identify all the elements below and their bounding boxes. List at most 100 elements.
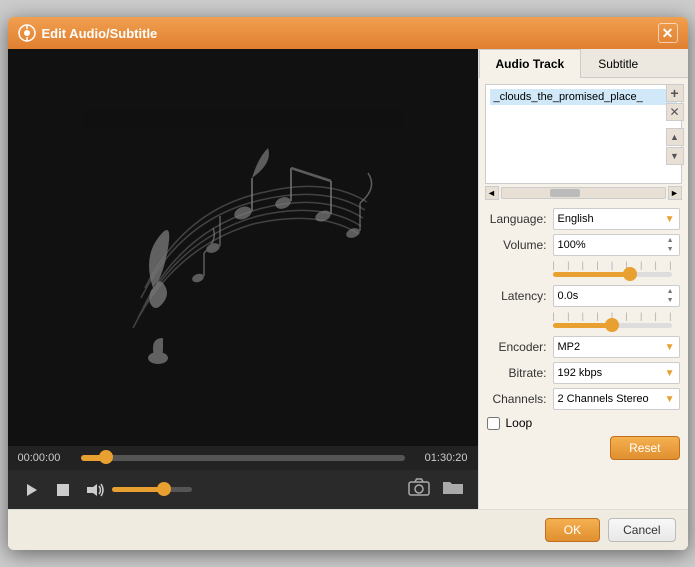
- scroll-left-button[interactable]: ◄: [485, 186, 499, 200]
- title-bar-left: Edit Audio/Subtitle: [18, 24, 158, 42]
- form-rows: Language: English ▼ Volume: 100%: [479, 204, 688, 414]
- cancel-button[interactable]: Cancel: [608, 518, 675, 542]
- reset-button[interactable]: Reset: [610, 436, 679, 460]
- video-panel: 00:00:00 01:30:20: [8, 49, 478, 509]
- add-track-button[interactable]: +: [666, 84, 684, 102]
- latency-down-arrow[interactable]: ▼: [666, 296, 675, 305]
- move-down-button[interactable]: ▼: [666, 147, 684, 165]
- title-bar: Edit Audio/Subtitle ✕: [8, 17, 688, 49]
- volume-value: 100%: [558, 239, 586, 251]
- progress-track[interactable]: [81, 455, 405, 461]
- track-list-content: _clouds_the_promised_place_: [486, 85, 681, 183]
- volume-tick-3: |: [582, 260, 584, 270]
- main-content: 00:00:00 01:30:20: [8, 49, 688, 509]
- latency-slider[interactable]: [553, 323, 672, 328]
- volume-down-arrow[interactable]: ▼: [666, 245, 675, 254]
- latency-tick-3: |: [582, 311, 584, 321]
- scrollbar-row: ◄ ►: [485, 186, 682, 200]
- folder-button[interactable]: [442, 478, 464, 501]
- encoder-dropdown-arrow: ▼: [665, 342, 675, 353]
- latency-tick-1: |: [553, 311, 555, 321]
- language-label: Language:: [487, 212, 547, 226]
- dialog-title: Edit Audio/Subtitle: [42, 26, 158, 41]
- remove-track-button[interactable]: ✕: [666, 103, 684, 121]
- latency-slider-row: | | | | | | | | |: [553, 311, 672, 332]
- volume-control: 100% ▲ ▼: [553, 234, 680, 256]
- volume-up-arrow[interactable]: ▲: [666, 236, 675, 245]
- progress-bar-area: 00:00:00 01:30:20: [8, 446, 478, 470]
- encoder-value: MP2: [558, 341, 581, 353]
- volume-area: [84, 481, 192, 499]
- close-button[interactable]: ✕: [658, 23, 678, 43]
- latency-tick-4: |: [596, 311, 598, 321]
- video-area: [8, 49, 478, 446]
- bitrate-dropdown[interactable]: 192 kbps ▼: [553, 362, 680, 384]
- volume-thumb: [157, 482, 171, 496]
- volume-track[interactable]: [112, 487, 192, 492]
- volume-tick-2: |: [567, 260, 569, 270]
- music-visualization: [83, 108, 403, 388]
- stop-button[interactable]: [54, 481, 72, 499]
- volume-slider-fill: [553, 272, 630, 277]
- ok-button[interactable]: OK: [545, 518, 600, 542]
- encoder-label: Encoder:: [487, 340, 547, 354]
- latency-tick-2: |: [567, 311, 569, 321]
- encoder-control: MP2 ▼: [553, 336, 680, 358]
- track-list: _clouds_the_promised_place_: [485, 84, 682, 184]
- language-control: English ▼: [553, 208, 680, 230]
- latency-control: 0.0s ▲ ▼: [553, 285, 680, 307]
- loop-label: Loop: [506, 416, 533, 430]
- track-item[interactable]: _clouds_the_promised_place_: [490, 89, 677, 105]
- latency-slider-thumb: [605, 318, 619, 332]
- loop-checkbox[interactable]: [487, 417, 500, 430]
- channels-dropdown-arrow: ▼: [665, 394, 675, 405]
- latency-up-arrow[interactable]: ▲: [666, 287, 675, 296]
- latency-value: 0.0s: [558, 290, 579, 302]
- volume-slider-row: | | | | | | | | |: [553, 260, 672, 281]
- latency-slider-fill: [553, 323, 613, 328]
- channels-label: Channels:: [487, 392, 547, 406]
- tab-audio-track[interactable]: Audio Track: [479, 49, 582, 78]
- channels-row: Channels: 2 Channels Stereo ▼: [487, 388, 680, 410]
- language-dropdown-arrow: ▼: [665, 214, 675, 225]
- channels-control: 2 Channels Stereo ▼: [553, 388, 680, 410]
- volume-tick-9: |: [669, 260, 671, 270]
- channels-dropdown[interactable]: 2 Channels Stereo ▼: [553, 388, 680, 410]
- volume-row: Volume: 100% ▲ ▼: [487, 234, 680, 256]
- latency-label: Latency:: [487, 289, 547, 303]
- scroll-right-button[interactable]: ►: [668, 186, 682, 200]
- latency-spinner[interactable]: 0.0s ▲ ▼: [553, 285, 680, 307]
- bitrate-value: 192 kbps: [558, 367, 603, 379]
- bitrate-dropdown-arrow: ▼: [665, 368, 675, 379]
- move-up-button[interactable]: ▲: [666, 128, 684, 146]
- app-icon: [18, 24, 36, 42]
- encoder-row: Encoder: MP2 ▼: [487, 336, 680, 358]
- tab-subtitle[interactable]: Subtitle: [581, 49, 655, 78]
- loop-row: Loop: [479, 414, 688, 432]
- language-row: Language: English ▼: [487, 208, 680, 230]
- current-time: 00:00:00: [18, 452, 73, 464]
- latency-tick-8: |: [655, 311, 657, 321]
- scrollbar-thumb: [550, 189, 580, 197]
- volume-spinner[interactable]: 100% ▲ ▼: [553, 234, 680, 256]
- volume-slider[interactable]: [553, 272, 672, 277]
- total-time: 01:30:20: [413, 452, 468, 464]
- bitrate-control: 192 kbps ▼: [553, 362, 680, 384]
- bitrate-row: Bitrate: 192 kbps ▼: [487, 362, 680, 384]
- latency-spinner-arrows: ▲ ▼: [666, 287, 675, 305]
- right-panel: Audio Track Subtitle _clouds_the_promise…: [478, 49, 688, 509]
- controls-bar: [8, 470, 478, 509]
- play-button[interactable]: [22, 480, 42, 500]
- latency-row: Latency: 0.0s ▲ ▼: [487, 285, 680, 307]
- volume-tick-8: |: [655, 260, 657, 270]
- reset-button-area: Reset: [479, 432, 688, 464]
- encoder-dropdown[interactable]: MP2 ▼: [553, 336, 680, 358]
- snapshot-button[interactable]: [408, 478, 430, 501]
- dialog: Edit Audio/Subtitle ✕: [8, 17, 688, 550]
- latency-tick-7: |: [640, 311, 642, 321]
- volume-slider-thumb: [623, 267, 637, 281]
- horizontal-scrollbar[interactable]: [501, 187, 666, 199]
- channels-value: 2 Channels Stereo: [558, 393, 649, 405]
- language-dropdown[interactable]: English ▼: [553, 208, 680, 230]
- volume-icon[interactable]: [84, 481, 106, 499]
